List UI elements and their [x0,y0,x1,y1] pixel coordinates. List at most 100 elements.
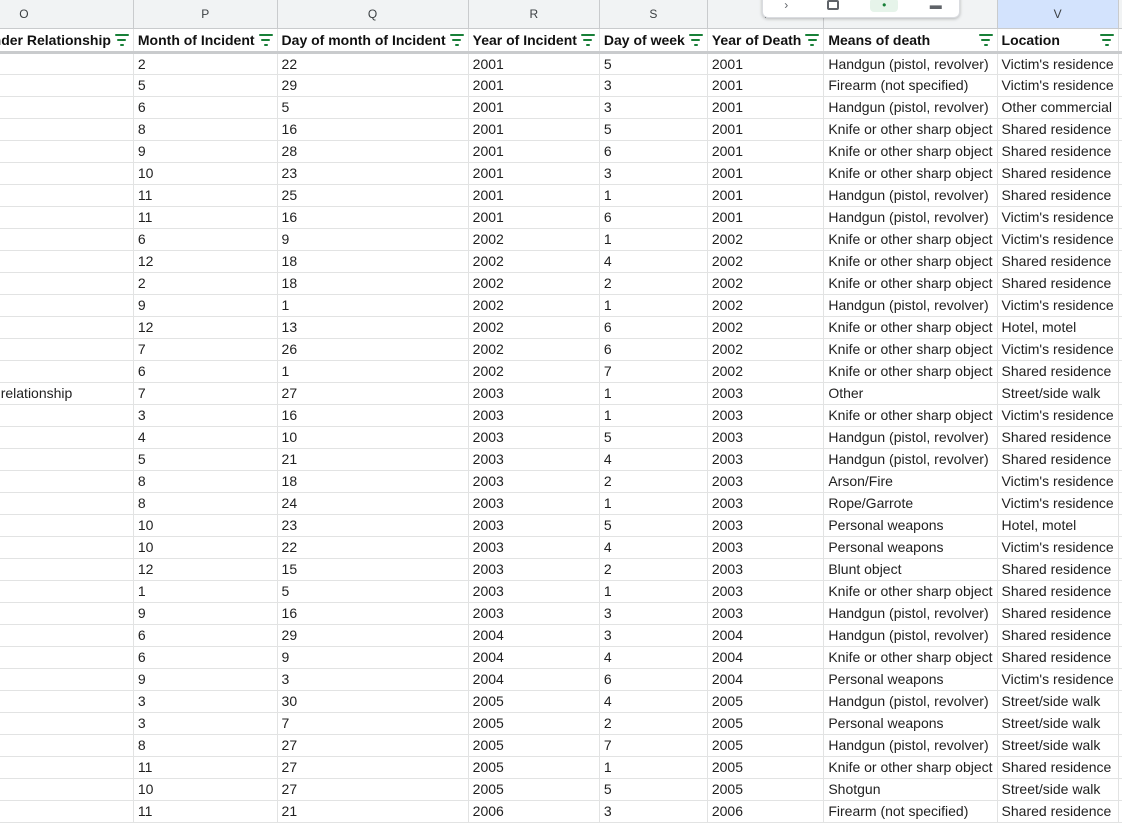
table-cell[interactable]: Boyfriend [0,580,134,603]
table-cell[interactable]: Victim's residence [997,668,1119,691]
column-header[interactable]: Day of week [599,28,708,54]
table-cell[interactable]: Knife or other sharp object [823,162,998,185]
table-cell[interactable]: Handgun (pistol, revolver) [823,734,998,757]
table-cell[interactable]: 2002 [707,228,825,251]
table-cell[interactable]: Domestic Violence [1118,800,1122,823]
table-cell[interactable]: 2003 [468,602,600,625]
table-cell[interactable]: 7 [133,338,278,361]
column-header[interactable]: Location [997,28,1119,54]
table-cell[interactable]: Other commercial [997,96,1119,119]
table-cell[interactable]: Girlfriend [0,602,134,625]
table-cell[interactable]: Wife [0,272,134,295]
table-cell[interactable]: 1 [599,404,708,427]
table-cell[interactable]: Domestic Violence [1118,250,1122,273]
table-cell[interactable]: 2001 [707,162,825,185]
table-cell[interactable]: 2005 [468,712,600,735]
table-cell[interactable]: 11 [133,206,278,229]
table-cell[interactable]: 5 [599,426,708,449]
table-cell[interactable]: 5 [133,448,278,471]
table-cell[interactable]: 9 [133,602,278,625]
table-cell[interactable]: 6 [599,668,708,691]
table-cell[interactable]: 7 [133,382,278,405]
column-letter-v[interactable]: V [997,0,1119,29]
table-cell[interactable]: Shared residence [997,756,1119,779]
table-cell[interactable]: 2003 [707,426,825,449]
table-cell[interactable]: Girlfriend [0,96,134,119]
toolbar-filter-toggle-icon[interactable]: • [870,0,899,12]
table-cell[interactable]: Domestic Violence [1118,228,1122,251]
table-cell[interactable]: 18 [277,250,469,273]
table-cell[interactable]: Street/side walk [997,712,1119,735]
table-cell[interactable]: Victim's residence [997,74,1119,97]
table-cell[interactable]: 5 [277,580,469,603]
table-cell[interactable]: 2002 [707,294,825,317]
table-cell[interactable]: Wife [0,800,134,823]
table-cell[interactable]: Victim's residence [997,52,1119,75]
table-cell[interactable]: Knife or other sharp object [823,272,998,295]
table-cell[interactable]: 1 [599,756,708,779]
filter-icon[interactable] [114,33,129,46]
table-cell[interactable]: Domestic Violence [1118,162,1122,185]
table-cell[interactable]: 26 [277,338,469,361]
table-cell[interactable]: 2004 [707,624,825,647]
table-cell[interactable]: Girlfriend [0,206,134,229]
table-cell[interactable]: Domestic Violence [1118,778,1122,801]
table-cell[interactable]: Personal weapons [823,536,998,559]
table-cell[interactable]: 16 [277,602,469,625]
table-cell[interactable]: Personal weapons [823,712,998,735]
table-cell[interactable]: 2006 [707,800,825,823]
table-cell[interactable]: 6 [133,624,278,647]
table-cell[interactable]: 22 [277,536,469,559]
table-cell[interactable]: 2005 [468,690,600,713]
table-cell[interactable]: 4 [599,646,708,669]
table-cell[interactable]: 6 [599,140,708,163]
table-cell[interactable]: 11 [133,800,278,823]
table-cell[interactable]: Street/side walk [997,734,1119,757]
table-cell[interactable]: Personal weapons [823,668,998,691]
table-cell[interactable]: 9 [133,668,278,691]
table-cell[interactable]: 2004 [707,646,825,669]
table-cell[interactable]: 21 [277,448,469,471]
table-cell[interactable]: 7 [599,734,708,757]
table-cell[interactable]: 2003 [468,580,600,603]
column-header[interactable]: Means of death [823,28,998,54]
table-cell[interactable]: 28 [277,140,469,163]
table-cell[interactable]: 16 [277,118,469,141]
toolbar-table-icon[interactable] [824,0,842,12]
table-cell[interactable]: 16 [277,206,469,229]
table-cell[interactable]: 3 [133,690,278,713]
table-cell[interactable]: Wife [0,514,134,537]
table-cell[interactable]: Domestic Violence [1118,338,1122,361]
table-cell[interactable]: Girlfriend [0,294,134,317]
table-cell[interactable]: Husband [0,756,134,779]
table-cell[interactable]: Boyfriend [0,558,134,581]
table-cell[interactable]: 2006 [468,800,600,823]
table-cell[interactable]: Boyfriend [0,536,134,559]
table-cell[interactable]: Domestic Violence [1118,272,1122,295]
table-cell[interactable]: 2004 [468,646,600,669]
table-cell[interactable]: 8 [133,118,278,141]
column-letter-w[interactable]: W [1118,0,1122,29]
table-cell[interactable]: Handgun (pistol, revolver) [823,602,998,625]
table-cell[interactable]: 5 [277,96,469,119]
table-cell[interactable]: Domestic Violence [1118,140,1122,163]
table-cell[interactable]: Wife [0,184,134,207]
table-cell[interactable]: Shared residence [997,624,1119,647]
table-cell[interactable]: Domestic Violence [1118,602,1122,625]
table-cell[interactable]: 1 [277,360,469,383]
table-cell[interactable]: Girlfriend [0,712,134,735]
column-header[interactable]: Precipitating [1118,28,1122,54]
table-cell[interactable]: Victim's residence [997,536,1119,559]
table-cell[interactable]: Knife or other sharp object [823,316,998,339]
table-cell[interactable]: Knife or other sharp object [823,756,998,779]
table-cell[interactable]: 2003 [468,514,600,537]
table-cell[interactable]: Victim's residence [997,338,1119,361]
table-cell[interactable]: Domestic Violence [1118,492,1122,515]
table-cell[interactable]: Shared residence [997,162,1119,185]
table-cell[interactable]: 2003 [468,448,600,471]
table-cell[interactable]: Handgun (pistol, revolver) [823,426,998,449]
table-cell[interactable]: Girlfriend [0,778,134,801]
table-cell[interactable]: Other argument [1118,206,1122,229]
table-cell[interactable]: Domestic Violence [1118,96,1122,119]
table-cell[interactable]: 2003 [468,558,600,581]
